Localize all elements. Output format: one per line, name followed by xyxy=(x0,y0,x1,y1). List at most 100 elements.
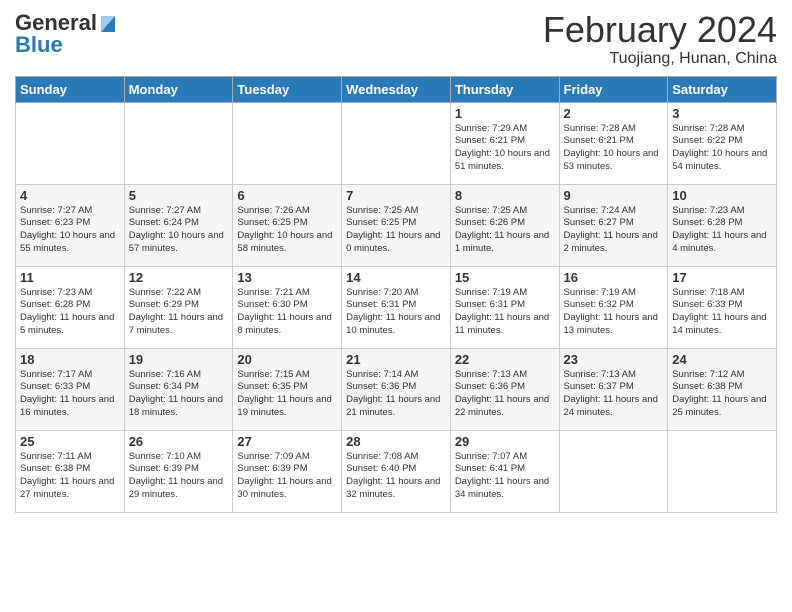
calendar-week-row: 11 Sunrise: 7:23 AM Sunset: 6:28 PM Dayli… xyxy=(16,266,777,348)
page: General Blue February 2024 Tuojiang, Hun… xyxy=(0,0,792,612)
calendar-cell xyxy=(342,102,451,184)
day-number: 4 xyxy=(20,188,120,203)
day-info: Sunrise: 7:21 AM Sunset: 6:30 PM Dayligh… xyxy=(237,287,337,338)
day-info: Sunrise: 7:13 AM Sunset: 6:36 PM Dayligh… xyxy=(455,369,555,420)
day-info: Sunrise: 7:25 AM Sunset: 6:25 PM Dayligh… xyxy=(346,205,446,256)
day-number: 19 xyxy=(129,352,229,367)
day-info: Sunrise: 7:19 AM Sunset: 6:32 PM Dayligh… xyxy=(564,287,664,338)
day-number: 18 xyxy=(20,352,120,367)
calendar-cell: 28 Sunrise: 7:08 AM Sunset: 6:40 PM Dayli… xyxy=(342,430,451,512)
calendar-week-row: 4 Sunrise: 7:27 AM Sunset: 6:23 PM Daylig… xyxy=(16,184,777,266)
calendar-header-row: SundayMondayTuesdayWednesdayThursdayFrid… xyxy=(16,76,777,102)
calendar-day-header: Thursday xyxy=(450,76,559,102)
calendar-day-header: Sunday xyxy=(16,76,125,102)
day-number: 14 xyxy=(346,270,446,285)
day-number: 10 xyxy=(672,188,772,203)
calendar-cell: 11 Sunrise: 7:23 AM Sunset: 6:28 PM Dayli… xyxy=(16,266,125,348)
calendar-day-header: Saturday xyxy=(668,76,777,102)
day-number: 12 xyxy=(129,270,229,285)
calendar-cell: 13 Sunrise: 7:21 AM Sunset: 6:30 PM Dayli… xyxy=(233,266,342,348)
day-number: 6 xyxy=(237,188,337,203)
day-number: 21 xyxy=(346,352,446,367)
day-info: Sunrise: 7:24 AM Sunset: 6:27 PM Dayligh… xyxy=(564,205,664,256)
day-info: Sunrise: 7:26 AM Sunset: 6:25 PM Dayligh… xyxy=(237,205,337,256)
day-info: Sunrise: 7:12 AM Sunset: 6:38 PM Dayligh… xyxy=(672,369,772,420)
calendar-cell xyxy=(233,102,342,184)
sub-title: Tuojiang, Hunan, China xyxy=(543,50,777,68)
day-number: 24 xyxy=(672,352,772,367)
day-info: Sunrise: 7:23 AM Sunset: 6:28 PM Dayligh… xyxy=(672,205,772,256)
title-block: February 2024 Tuojiang, Hunan, China xyxy=(543,10,777,68)
day-number: 9 xyxy=(564,188,664,203)
day-info: Sunrise: 7:10 AM Sunset: 6:39 PM Dayligh… xyxy=(129,451,229,502)
calendar-cell: 19 Sunrise: 7:16 AM Sunset: 6:34 PM Dayli… xyxy=(124,348,233,430)
day-info: Sunrise: 7:13 AM Sunset: 6:37 PM Dayligh… xyxy=(564,369,664,420)
day-info: Sunrise: 7:28 AM Sunset: 6:21 PM Dayligh… xyxy=(564,123,664,174)
calendar-cell: 8Sunrise: 7:25 AM Sunset: 6:26 PM Daylig… xyxy=(450,184,559,266)
calendar-cell: 2 Sunrise: 7:28 AM Sunset: 6:21 PM Daylig… xyxy=(559,102,668,184)
day-info: Sunrise: 7:17 AM Sunset: 6:33 PM Dayligh… xyxy=(20,369,120,420)
calendar-cell: 6 Sunrise: 7:26 AM Sunset: 6:25 PM Daylig… xyxy=(233,184,342,266)
day-info: Sunrise: 7:14 AM Sunset: 6:36 PM Dayligh… xyxy=(346,369,446,420)
calendar-cell: 7 Sunrise: 7:25 AM Sunset: 6:25 PM Daylig… xyxy=(342,184,451,266)
calendar-cell: 29 Sunrise: 7:07 AM Sunset: 6:41 PM Dayli… xyxy=(450,430,559,512)
day-info: Sunrise: 7:07 AM Sunset: 6:41 PM Dayligh… xyxy=(455,451,555,502)
calendar-cell: 1 Sunrise: 7:29 AM Sunset: 6:21 PM Daylig… xyxy=(450,102,559,184)
day-number: 1 xyxy=(455,106,555,121)
day-number: 2 xyxy=(564,106,664,121)
day-number: 7 xyxy=(346,188,446,203)
logo-blue: Blue xyxy=(15,32,63,58)
day-info: Sunrise: 7:18 AM Sunset: 6:33 PM Dayligh… xyxy=(672,287,772,338)
calendar-cell: 18 Sunrise: 7:17 AM Sunset: 6:33 PM Dayli… xyxy=(16,348,125,430)
day-info: Sunrise: 7:28 AM Sunset: 6:22 PM Dayligh… xyxy=(672,123,772,174)
calendar-day-header: Tuesday xyxy=(233,76,342,102)
calendar-cell: 21 Sunrise: 7:14 AM Sunset: 6:36 PM Dayli… xyxy=(342,348,451,430)
calendar-day-header: Monday xyxy=(124,76,233,102)
day-number: 16 xyxy=(564,270,664,285)
calendar-cell: 17Sunrise: 7:18 AM Sunset: 6:33 PM Dayli… xyxy=(668,266,777,348)
calendar-cell xyxy=(559,430,668,512)
day-info: Sunrise: 7:19 AM Sunset: 6:31 PM Dayligh… xyxy=(455,287,555,338)
day-number: 23 xyxy=(564,352,664,367)
calendar-cell: 25 Sunrise: 7:11 AM Sunset: 6:38 PM Dayli… xyxy=(16,430,125,512)
header: General Blue February 2024 Tuojiang, Hun… xyxy=(15,10,777,68)
day-info: Sunrise: 7:23 AM Sunset: 6:28 PM Dayligh… xyxy=(20,287,120,338)
day-number: 25 xyxy=(20,434,120,449)
day-number: 20 xyxy=(237,352,337,367)
day-info: Sunrise: 7:08 AM Sunset: 6:40 PM Dayligh… xyxy=(346,451,446,502)
calendar-cell: 16 Sunrise: 7:19 AM Sunset: 6:32 PM Dayli… xyxy=(559,266,668,348)
calendar-cell: 9 Sunrise: 7:24 AM Sunset: 6:27 PM Daylig… xyxy=(559,184,668,266)
calendar-week-row: 25 Sunrise: 7:11 AM Sunset: 6:38 PM Dayli… xyxy=(16,430,777,512)
calendar-cell: 10 Sunrise: 7:23 AM Sunset: 6:28 PM Dayli… xyxy=(668,184,777,266)
day-info: Sunrise: 7:20 AM Sunset: 6:31 PM Dayligh… xyxy=(346,287,446,338)
calendar-cell xyxy=(124,102,233,184)
day-info: Sunrise: 7:22 AM Sunset: 6:29 PM Dayligh… xyxy=(129,287,229,338)
logo: General Blue xyxy=(15,10,119,58)
calendar-cell: 26 Sunrise: 7:10 AM Sunset: 6:39 PM Dayli… xyxy=(124,430,233,512)
calendar-cell: 5Sunrise: 7:27 AM Sunset: 6:24 PM Daylig… xyxy=(124,184,233,266)
day-number: 27 xyxy=(237,434,337,449)
calendar-week-row: 18 Sunrise: 7:17 AM Sunset: 6:33 PM Dayli… xyxy=(16,348,777,430)
calendar-cell: 12 Sunrise: 7:22 AM Sunset: 6:29 PM Dayli… xyxy=(124,266,233,348)
logo-triangle-icon xyxy=(97,12,119,34)
day-number: 11 xyxy=(20,270,120,285)
day-number: 13 xyxy=(237,270,337,285)
day-info: Sunrise: 7:11 AM Sunset: 6:38 PM Dayligh… xyxy=(20,451,120,502)
day-number: 5 xyxy=(129,188,229,203)
calendar-cell: 4 Sunrise: 7:27 AM Sunset: 6:23 PM Daylig… xyxy=(16,184,125,266)
day-number: 3 xyxy=(672,106,772,121)
calendar-day-header: Wednesday xyxy=(342,76,451,102)
day-number: 15 xyxy=(455,270,555,285)
calendar-cell: 15 Sunrise: 7:19 AM Sunset: 6:31 PM Dayli… xyxy=(450,266,559,348)
day-number: 8 xyxy=(455,188,555,203)
day-info: Sunrise: 7:29 AM Sunset: 6:21 PM Dayligh… xyxy=(455,123,555,174)
day-number: 28 xyxy=(346,434,446,449)
main-title: February 2024 xyxy=(543,10,777,50)
day-number: 29 xyxy=(455,434,555,449)
day-info: Sunrise: 7:27 AM Sunset: 6:23 PM Dayligh… xyxy=(20,205,120,256)
day-info: Sunrise: 7:09 AM Sunset: 6:39 PM Dayligh… xyxy=(237,451,337,502)
calendar-cell: 14 Sunrise: 7:20 AM Sunset: 6:31 PM Dayli… xyxy=(342,266,451,348)
day-info: Sunrise: 7:16 AM Sunset: 6:34 PM Dayligh… xyxy=(129,369,229,420)
day-number: 26 xyxy=(129,434,229,449)
calendar-week-row: 1 Sunrise: 7:29 AM Sunset: 6:21 PM Daylig… xyxy=(16,102,777,184)
